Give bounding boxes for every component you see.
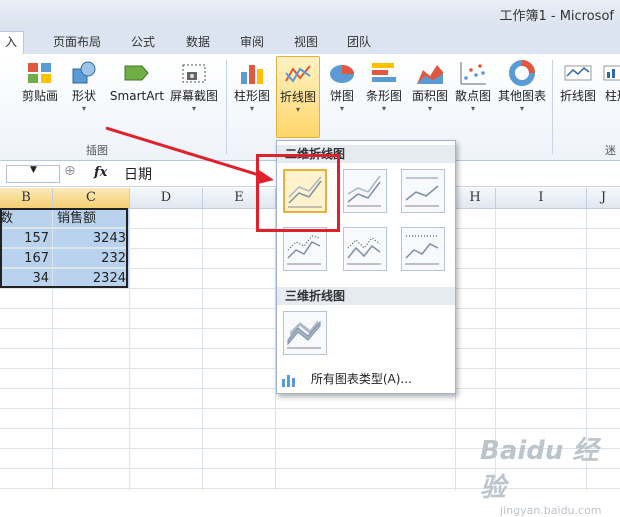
percent-stacked-line-option[interactable] — [401, 169, 445, 213]
highlight-box — [256, 154, 340, 232]
stacked-line-option[interactable] — [343, 169, 387, 213]
line-markers-option[interactable] — [283, 227, 327, 271]
all-charts-icon — [282, 374, 295, 387]
all-chart-types-link[interactable]: 所有图表类型(A)... — [281, 369, 451, 389]
section-3d-line: 三维折线图 — [277, 287, 455, 305]
watermark: Baidu 经验 jingyan.baidu.com — [480, 436, 602, 517]
stacked-line-markers-option[interactable] — [343, 227, 387, 271]
percent-line-markers-option[interactable] — [401, 227, 445, 271]
3d-line-option[interactable] — [283, 311, 327, 355]
